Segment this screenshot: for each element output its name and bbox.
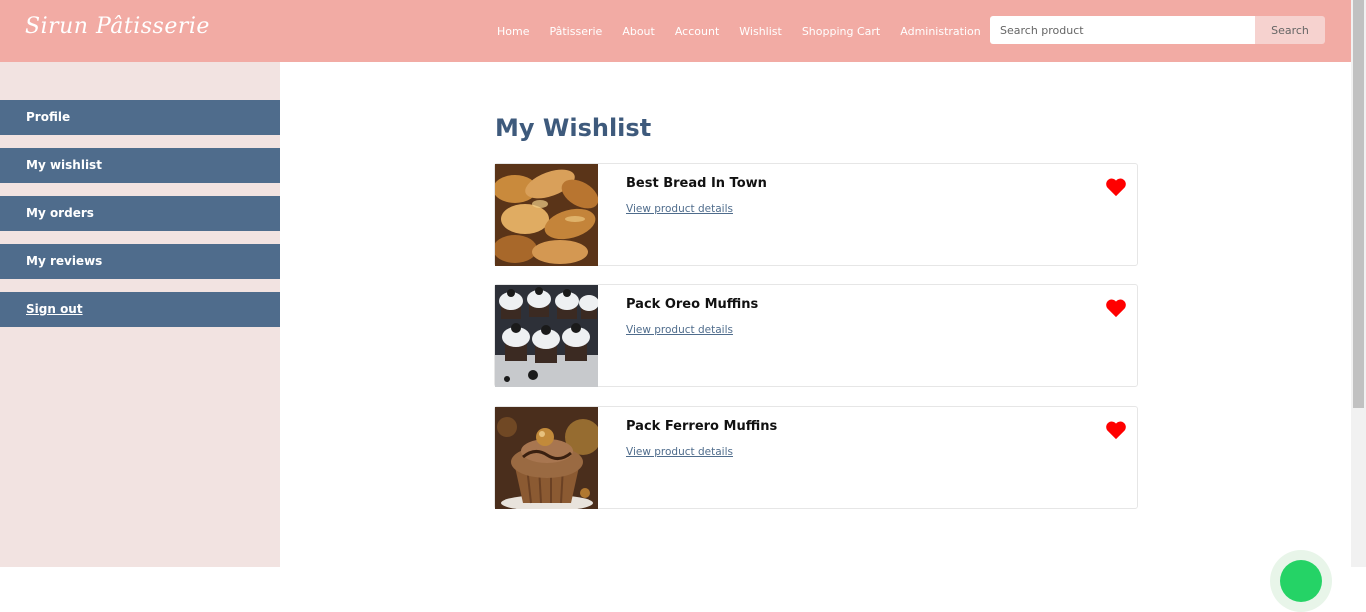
- chat-button-inner: [1280, 560, 1322, 602]
- whatsapp-chat-icon[interactable]: [1270, 550, 1332, 612]
- wishlist-item: Pack Oreo Muffins View product details: [494, 284, 1138, 387]
- product-image-oreo-muffins[interactable]: [495, 285, 598, 387]
- sidebar-item-label: My orders: [26, 206, 94, 220]
- heart-icon[interactable]: [1105, 177, 1127, 197]
- sidebar-item-label: My reviews: [26, 254, 103, 268]
- sidebar-item-sign-out[interactable]: Sign out: [0, 292, 280, 327]
- nav-patisserie[interactable]: Pâtisserie: [549, 25, 602, 38]
- sidebar-item-label: Profile: [26, 110, 71, 124]
- nav-home[interactable]: Home: [497, 25, 529, 38]
- wishlist-item: Best Bread In Town View product details: [494, 163, 1138, 266]
- sidebar-item-profile[interactable]: Profile: [0, 100, 280, 135]
- view-product-details-link[interactable]: View product details: [626, 203, 733, 215]
- product-image-ferrero-muffin[interactable]: [495, 407, 598, 509]
- product-name[interactable]: Best Bread In Town: [626, 176, 767, 191]
- nav-account[interactable]: Account: [675, 25, 719, 38]
- sidebar-item-reviews[interactable]: My reviews: [0, 244, 280, 279]
- scrollbar[interactable]: [1351, 0, 1366, 567]
- sidebar-item-label: Sign out: [26, 302, 83, 316]
- sidebar: Profile My wishlist My orders My reviews…: [0, 62, 280, 567]
- sidebar-item-wishlist[interactable]: My wishlist: [0, 148, 280, 183]
- heart-icon[interactable]: [1105, 420, 1127, 440]
- product-name[interactable]: Pack Oreo Muffins: [626, 297, 758, 312]
- brand-logo[interactable]: Sirun Pâtisserie: [25, 14, 210, 39]
- heart-icon[interactable]: [1105, 298, 1127, 318]
- view-product-details-link[interactable]: View product details: [626, 324, 733, 336]
- wishlist-item: Pack Ferrero Muffins View product detail…: [494, 406, 1138, 509]
- view-product-details-link[interactable]: View product details: [626, 446, 733, 458]
- nav-about[interactable]: About: [622, 25, 655, 38]
- product-name[interactable]: Pack Ferrero Muffins: [626, 419, 777, 434]
- search-button[interactable]: Search: [1255, 16, 1325, 44]
- nav-administration[interactable]: Administration: [900, 25, 981, 38]
- nav-shopping-cart[interactable]: Shopping Cart: [802, 25, 880, 38]
- nav-wishlist[interactable]: Wishlist: [739, 25, 782, 38]
- sidebar-item-label: My wishlist: [26, 158, 102, 172]
- product-image-bread[interactable]: [495, 164, 598, 266]
- navbar: Sirun Pâtisserie Home Pâtisserie About A…: [0, 0, 1351, 62]
- page-title: My Wishlist: [495, 114, 652, 142]
- search-input[interactable]: [990, 16, 1256, 44]
- sidebar-item-orders[interactable]: My orders: [0, 196, 280, 231]
- scrollbar-thumb[interactable]: [1353, 0, 1364, 408]
- nav-links: Home Pâtisserie About Account Wishlist S…: [487, 0, 991, 62]
